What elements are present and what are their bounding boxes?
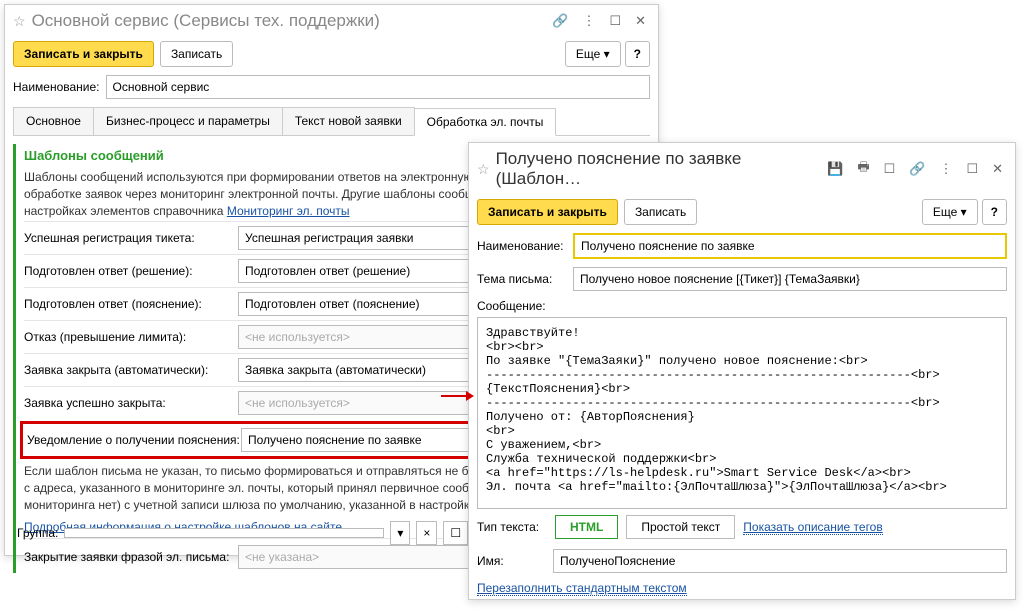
name-input[interactable]: Основной сервис [106,75,650,99]
more-button[interactable]: Еще ▾ [922,199,978,225]
help-button[interactable]: ? [982,199,1007,225]
more-icon[interactable]: ⋮ [578,11,599,31]
more-button[interactable]: Еще ▾ [565,41,621,67]
main-title: Основной сервис (Сервисы тех. поддержки) [32,11,543,31]
refill-link[interactable]: Перезаполнить стандартным текстом [477,581,687,596]
tabs: Основное Бизнес-процесс и параметры Текс… [13,107,650,136]
link-icon[interactable]: 🔗 [905,159,929,179]
tpl-label: Уведомление о получении пояснения: [27,433,235,447]
name-input[interactable]: Получено пояснение по заявке [573,233,1007,259]
subject-label: Тема письма: [477,272,567,286]
message-body[interactable]: Здравствуйте! <br><br> По заявке "{ТемаЗ… [477,317,1007,509]
favorite-star-icon[interactable]: ☆ [13,13,26,30]
open-button[interactable]: ☐ [443,521,468,545]
link-icon[interactable]: 🔗 [548,11,572,31]
tpl-toolbar: Записать и закрыть Записать Еще ▾ ? [469,195,1015,229]
help-button[interactable]: ? [625,41,650,67]
close-icon[interactable]: ✕ [631,11,650,31]
select-button[interactable]: ▾ [390,521,410,545]
tpl-titlebar: ☆ Получено пояснение по заявке (Шаблон… … [469,143,1015,195]
tpl-label: Отказ (превышение лимита): [24,330,232,344]
id-label: Имя: [477,554,547,568]
favorite-star-icon[interactable]: ☆ [477,161,490,178]
save-close-button[interactable]: Записать и закрыть [477,199,618,225]
tab-main[interactable]: Основное [13,107,94,135]
save-close-button[interactable]: Записать и закрыть [13,41,154,67]
type-plain-button[interactable]: Простой текст [626,515,735,539]
template-window: ☆ Получено пояснение по заявке (Шаблон… … [468,142,1016,600]
name-label: Наименование: [477,239,567,253]
type-label: Тип текста: [477,520,547,534]
clear-button[interactable]: × [416,521,437,545]
tpl-title: Получено пояснение по заявке (Шаблон… [496,149,818,189]
group-input[interactable] [64,528,384,538]
tpl-label: Успешная регистрация тикета: [24,231,232,245]
show-tags-link[interactable]: Показать описание тегов [743,520,882,535]
main-titlebar: ☆ Основной сервис (Сервисы тех. поддержк… [5,5,658,37]
report-icon[interactable]: ☐ [880,159,900,179]
print-icon[interactable]: 🖶 [853,156,873,182]
tpl-label: Подготовлен ответ (пояснение): [24,297,232,311]
annotation-arrow [441,395,471,397]
tpl-label: Заявка закрыта (автоматически): [24,363,232,377]
tab-email[interactable]: Обработка эл. почты [414,108,557,136]
save-icon[interactable]: 💾 [823,159,847,179]
tpl-label: Заявка успешно закрыта: [24,396,232,410]
close-phrase-label: Закрытие заявки фразой эл. письма: [24,550,232,564]
id-input[interactable]: ПолученоПояснение [553,549,1007,573]
type-html-button[interactable]: HTML [555,515,618,539]
name-label: Наименование: [13,80,100,94]
tab-process[interactable]: Бизнес-процесс и параметры [93,107,283,135]
window-icon[interactable]: ☐ [605,11,625,31]
more-icon[interactable]: ⋮ [935,159,956,179]
save-button[interactable]: Записать [624,199,697,225]
msg-label: Сообщение: [477,299,546,313]
monitoring-link[interactable]: Мониторинг эл. почты [227,204,350,218]
subject-input[interactable]: Получено новое пояснение [{Тикет}] {Тема… [573,267,1007,291]
group-label: Группа: [17,526,58,540]
tab-newticket[interactable]: Текст новой заявки [282,107,415,135]
window-icon[interactable]: ☐ [962,159,982,179]
save-button[interactable]: Записать [160,41,233,67]
main-toolbar: Записать и закрыть Записать Еще ▾ ? [5,37,658,71]
close-icon[interactable]: ✕ [988,159,1007,179]
tpl-label: Подготовлен ответ (решение): [24,264,232,278]
